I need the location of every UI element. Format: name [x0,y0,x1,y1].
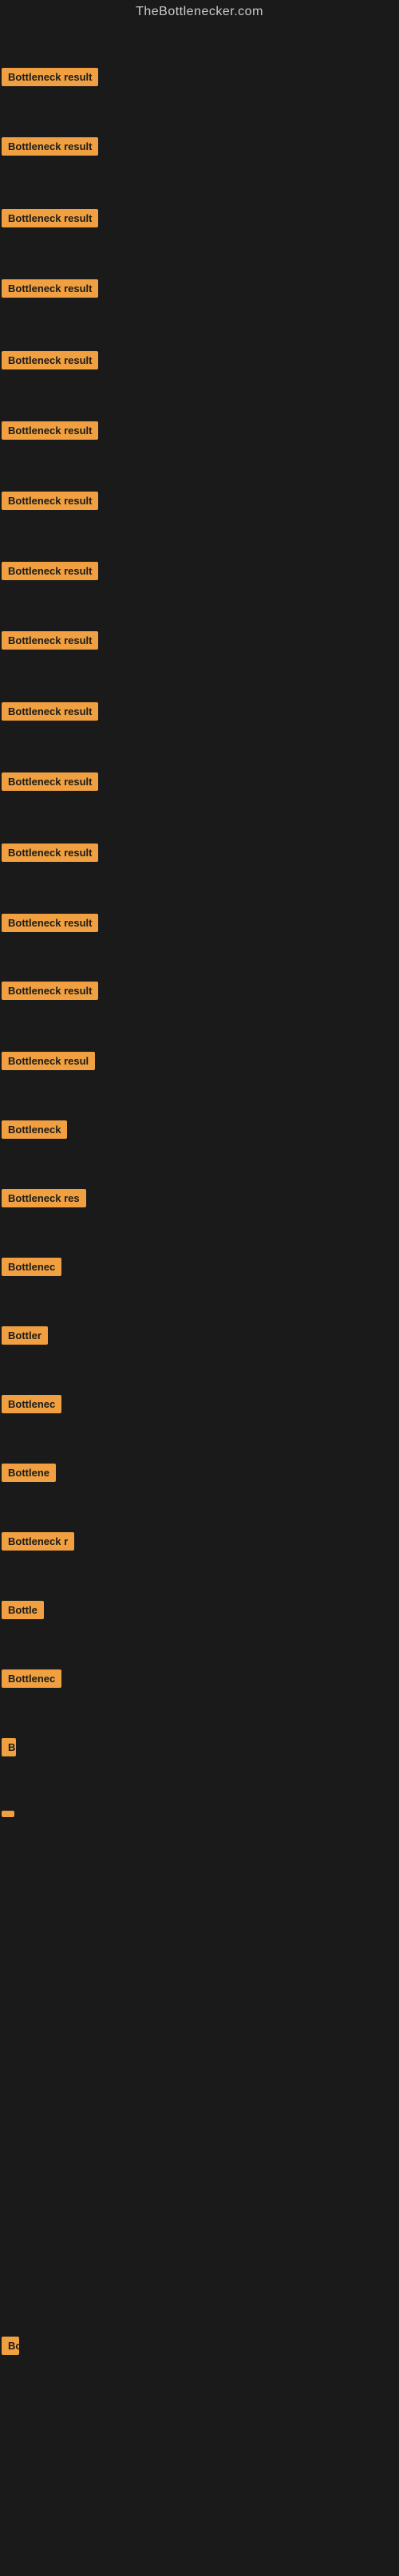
result-row: Bottleneck resul [2,1052,95,1074]
result-row: Bottleneck result [2,562,98,584]
result-row: Bo [2,2337,19,2359]
result-row: Bottleneck result [2,631,98,654]
result-row: Bottleneck result [2,702,98,725]
result-row: Bottle [2,1601,44,1623]
result-row: Bottlenec [2,1395,61,1417]
result-row: Bottleneck result [2,209,98,231]
bottleneck-badge[interactable]: Bottlenec [2,1258,61,1276]
result-row: B [2,1738,16,1760]
results-container: Bottleneck result Bottleneck result Bottle… [0,22,399,2576]
result-row: Bottleneck result [2,279,98,302]
bottleneck-badge[interactable]: Bottleneck resul [2,1052,95,1070]
bottleneck-badge[interactable]: Bottleneck result [2,351,98,369]
result-row: Bottleneck result [2,68,98,90]
result-row: Bottleneck result [2,492,98,514]
result-row: Bottleneck result [2,421,98,444]
bottleneck-badge[interactable]: Bottleneck result [2,137,98,156]
site-title-container: TheBottlenecker.com [0,0,399,22]
site-title: TheBottlenecker.com [136,0,263,25]
bottleneck-badge[interactable]: Bo [2,2337,19,2355]
bottleneck-badge[interactable]: Bottler [2,1326,48,1345]
bottleneck-badge[interactable]: Bottleneck r [2,1532,74,1551]
bottleneck-badge[interactable]: Bottleneck result [2,209,98,227]
bottleneck-badge[interactable]: Bottle [2,1601,44,1619]
bottleneck-badge[interactable]: Bottleneck result [2,631,98,650]
result-row [2,1807,14,1821]
result-row: Bottleneck result [2,844,98,866]
bottleneck-badge[interactable]: Bottleneck result [2,68,98,86]
bottleneck-badge[interactable]: Bottleneck result [2,562,98,580]
result-row: Bottleneck r [2,1532,74,1555]
bottleneck-badge[interactable]: Bottlenec [2,1395,61,1413]
bottleneck-badge[interactable]: Bottleneck [2,1120,67,1139]
bottleneck-badge[interactable]: Bottleneck result [2,772,98,791]
result-row: Bottleneck res [2,1189,86,1211]
result-row: Bottlenec [2,1258,61,1280]
bottleneck-badge[interactable]: Bottleneck result [2,914,98,932]
result-row: Bottler [2,1326,48,1349]
result-row: Bottleneck result [2,772,98,795]
result-row: Bottleneck [2,1120,67,1143]
bottleneck-badge[interactable]: Bottleneck result [2,421,98,440]
bottleneck-badge[interactable]: Bottlene [2,1464,56,1482]
result-row: Bottleneck result [2,351,98,373]
result-row: Bottlenec [2,1669,61,1692]
bottleneck-badge[interactable]: Bottleneck result [2,982,98,1000]
result-row: Bottleneck result [2,914,98,936]
bottleneck-badge[interactable]: Bottleneck result [2,492,98,510]
bottleneck-badge[interactable]: B [2,1738,16,1756]
result-row: Bottlene [2,1464,56,1486]
bottleneck-badge[interactable]: Bottleneck result [2,844,98,862]
bottleneck-badge[interactable]: Bottleneck res [2,1189,86,1207]
bottleneck-badge[interactable]: Bottleneck result [2,702,98,721]
bottleneck-badge[interactable] [2,1811,14,1817]
bottleneck-badge[interactable]: Bottlenec [2,1669,61,1688]
result-row: Bottleneck result [2,137,98,160]
result-row: Bottleneck result [2,982,98,1004]
bottleneck-badge[interactable]: Bottleneck result [2,279,98,298]
